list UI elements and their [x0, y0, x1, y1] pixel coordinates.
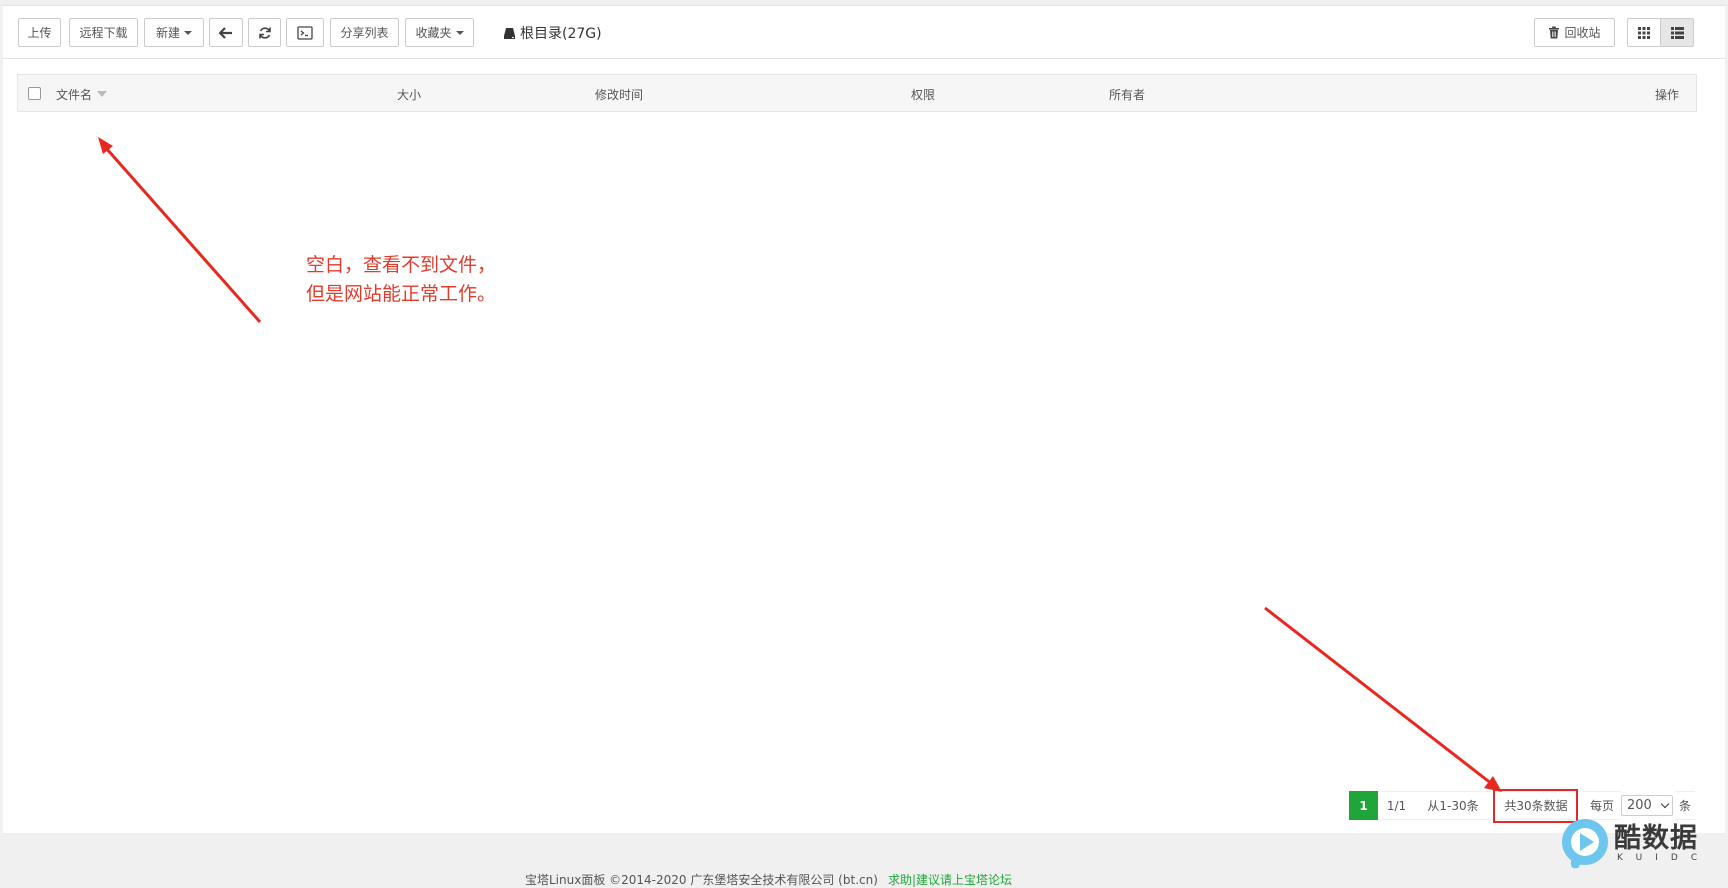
- root-directory-label: 根目录(27G): [520, 26, 602, 42]
- watermark-subtitle: KUIDC: [1617, 853, 1711, 863]
- list-view-button[interactable]: [1660, 18, 1694, 47]
- caret-down-icon: [455, 30, 464, 35]
- watermark-title: 酷数据: [1614, 823, 1698, 854]
- remote-download-button[interactable]: 远程下载: [69, 18, 138, 47]
- favorites-label: 收藏夹: [415, 26, 452, 40]
- terminal-button[interactable]: [286, 18, 324, 47]
- share-list-label: 分享列表: [340, 26, 389, 40]
- new-dropdown-button[interactable]: 新建: [144, 18, 204, 47]
- refresh-icon: [258, 26, 271, 39]
- share-list-button[interactable]: 分享列表: [330, 18, 399, 47]
- sort-caret-icon: [97, 91, 108, 97]
- grid-icon: [1638, 26, 1650, 39]
- annotation-note: 空白，查看不到文件， 但是网站能正常工作。: [306, 251, 496, 309]
- footer-copyright: 宝塔Linux面板 ©2014-2020 广东堡塔安全技术有限公司 (bt.cn…: [525, 873, 878, 887]
- trash-icon: [1549, 26, 1560, 39]
- recycle-bin-button[interactable]: 回收站: [1534, 18, 1615, 47]
- annotation-line-2: 但是网站能正常工作。: [306, 283, 497, 305]
- column-actions: 操作: [1655, 88, 1680, 102]
- column-size[interactable]: 大小: [397, 86, 421, 103]
- refresh-button[interactable]: [248, 18, 281, 47]
- annotation-line-1: 空白，查看不到文件，: [306, 254, 497, 276]
- list-icon: [1670, 26, 1684, 39]
- grid-view-button[interactable]: [1627, 18, 1661, 47]
- chevron-down-icon: [1660, 799, 1670, 809]
- disk-icon: [504, 27, 515, 39]
- favorites-dropdown-button[interactable]: 收藏夹: [405, 18, 474, 47]
- root-directory-path[interactable]: 根目录(27G): [503, 23, 602, 43]
- column-filename-label: 文件名: [56, 88, 93, 102]
- file-table-header: 文件名 大小 修改时间 权限 所有者 操作: [17, 74, 1697, 112]
- caret-down-icon: [184, 30, 192, 35]
- select-all-checkbox[interactable]: [28, 87, 41, 100]
- page-range: 从1-30条: [1415, 791, 1491, 820]
- terminal-icon: [297, 25, 313, 40]
- page-current[interactable]: 1: [1349, 791, 1378, 820]
- remote-download-label: 远程下载: [79, 26, 128, 40]
- upload-label: 上传: [27, 26, 52, 40]
- footer-help-links[interactable]: 求助|建议请上宝塔论坛: [888, 871, 1012, 888]
- per-page-value: 200: [1627, 798, 1652, 813]
- column-permission[interactable]: 权限: [911, 86, 935, 103]
- column-modified-time[interactable]: 修改时间: [595, 86, 643, 103]
- new-label: 新建: [155, 26, 180, 40]
- toolbar: 上传 远程下载 新建 分享列表 收藏夹 根目录(27G) 回收站: [3, 6, 1725, 59]
- column-owner[interactable]: 所有者: [1109, 86, 1145, 103]
- upload-button[interactable]: 上传: [18, 18, 61, 47]
- page-of: 1/1: [1378, 791, 1415, 820]
- arrow-left-icon: [219, 26, 232, 39]
- recycle-bin-label: 回收站: [1564, 26, 1601, 40]
- back-button[interactable]: [209, 18, 243, 47]
- file-manager-panel: 上传 远程下载 新建 分享列表 收藏夹 根目录(27G) 回收站 文件名 大小 …: [3, 5, 1725, 833]
- column-filename[interactable]: 文件名: [56, 86, 108, 103]
